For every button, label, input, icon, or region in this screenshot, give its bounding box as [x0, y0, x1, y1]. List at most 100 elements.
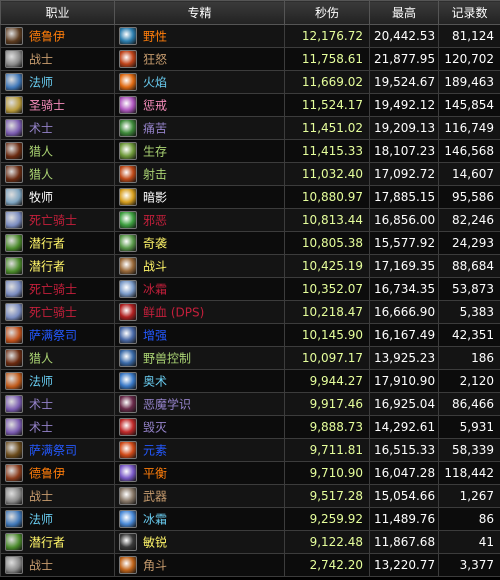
max-value: 16,047.28 — [369, 461, 439, 485]
table-row[interactable]: 术士 毁灭 9,888.73 14,292.61 5,931 — [0, 415, 500, 439]
max-value: 13,220.77 — [369, 553, 439, 577]
spec-icon — [119, 326, 137, 344]
max-value: 17,885.15 — [369, 185, 439, 209]
dps-value: 11,451.02 — [284, 116, 370, 140]
dps-value: 10,352.07 — [284, 277, 370, 301]
table-row[interactable]: 圣骑士 惩戒 11,524.17 19,492.12 145,854 — [0, 93, 500, 117]
dps-value: 2,742.20 — [284, 553, 370, 577]
table-row[interactable]: 萨满祭司 增强 10,145.90 16,167.49 42,351 — [0, 323, 500, 347]
header-max[interactable]: 最高 — [369, 0, 439, 25]
header-dps[interactable]: 秒伤 — [284, 0, 370, 25]
class-cell: 法师 — [0, 507, 115, 531]
class-icon — [5, 556, 23, 574]
spec-icon — [119, 165, 137, 183]
class-icon — [5, 257, 23, 275]
table-row[interactable]: 术士 恶魔学识 9,917.46 16,925.04 86,466 — [0, 392, 500, 416]
spec-name: 角斗 — [143, 558, 168, 573]
table-row[interactable]: 战士 角斗 2,742.20 13,220.77 3,377 — [0, 553, 500, 577]
table-row[interactable]: 战士 武器 9,517.28 15,054.66 1,267 — [0, 484, 500, 508]
spec-icon — [119, 280, 137, 298]
class-name: 牧师 — [29, 190, 54, 205]
spec-name: 增强 — [143, 328, 168, 343]
dps-value: 9,122.48 — [284, 530, 370, 554]
table-row[interactable]: 死亡骑士 邪恶 10,813.44 16,856.00 82,246 — [0, 208, 500, 232]
spec-cell: 冰霜 — [114, 507, 285, 531]
class-icon — [5, 142, 23, 160]
dps-value: 11,032.40 — [284, 162, 370, 186]
count-value: 86,466 — [438, 392, 500, 416]
spec-icon — [119, 96, 137, 114]
class-cell: 死亡骑士 — [0, 300, 115, 324]
spec-icon — [119, 27, 137, 45]
class-cell: 萨满祭司 — [0, 323, 115, 347]
spec-cell: 奥术 — [114, 369, 285, 393]
spec-cell: 战斗 — [114, 254, 285, 278]
spec-icon — [119, 50, 137, 68]
class-name: 猎人 — [29, 144, 54, 159]
dps-value: 10,880.97 — [284, 185, 370, 209]
spec-cell: 邪恶 — [114, 208, 285, 232]
header-class[interactable]: 职业 — [0, 0, 115, 25]
spec-cell: 角斗 — [114, 553, 285, 577]
count-value: 146,568 — [438, 139, 500, 163]
header-count[interactable]: 记录数 — [438, 0, 500, 25]
table-row[interactable]: 死亡骑士 冰霜 10,352.07 16,734.35 53,873 — [0, 277, 500, 301]
spec-name: 鲜血 (DPS) — [143, 305, 205, 320]
class-name: 战士 — [29, 558, 54, 573]
max-value: 16,856.00 — [369, 208, 439, 232]
spec-cell: 狂怒 — [114, 47, 285, 71]
count-value: 81,124 — [438, 24, 500, 48]
class-name: 潜行者 — [29, 259, 66, 274]
spec-icon — [119, 119, 137, 137]
class-name: 圣骑士 — [29, 98, 66, 113]
class-icon — [5, 303, 23, 321]
dps-value: 10,218.47 — [284, 300, 370, 324]
table-row[interactable]: 猎人 生存 11,415.33 18,107.23 146,568 — [0, 139, 500, 163]
max-value: 16,666.90 — [369, 300, 439, 324]
table-row[interactable]: 潜行者 敏锐 9,122.48 11,867.68 41 — [0, 530, 500, 554]
class-name: 法师 — [29, 512, 54, 527]
dps-value: 9,259.92 — [284, 507, 370, 531]
class-icon — [5, 372, 23, 390]
class-name: 死亡骑士 — [29, 305, 78, 320]
spec-name: 毁灭 — [143, 420, 168, 435]
table-row[interactable]: 法师 奥术 9,944.27 17,910.90 2,120 — [0, 369, 500, 393]
table-row[interactable]: 术士 痛苦 11,451.02 19,209.13 116,749 — [0, 116, 500, 140]
table-row[interactable]: 萨满祭司 元素 9,711.81 16,515.33 58,339 — [0, 438, 500, 462]
spec-cell: 野性 — [114, 24, 285, 48]
max-value: 15,054.66 — [369, 484, 439, 508]
class-name: 法师 — [29, 374, 54, 389]
table-row[interactable]: 法师 火焰 11,669.02 19,524.67 189,463 — [0, 70, 500, 94]
spec-cell: 增强 — [114, 323, 285, 347]
spec-name: 狂怒 — [143, 52, 168, 67]
spec-name: 野性 — [143, 29, 168, 44]
table-row[interactable]: 德鲁伊 平衡 9,710.90 16,047.28 118,442 — [0, 461, 500, 485]
table-row[interactable]: 战士 狂怒 11,758.61 21,877.95 120,702 — [0, 47, 500, 71]
max-value: 16,167.49 — [369, 323, 439, 347]
spec-name: 野兽控制 — [143, 351, 192, 366]
header-spec[interactable]: 专精 — [114, 0, 285, 25]
count-value: 86 — [438, 507, 500, 531]
spec-cell: 火焰 — [114, 70, 285, 94]
spec-cell: 平衡 — [114, 461, 285, 485]
table-row[interactable]: 潜行者 战斗 10,425.19 17,169.35 88,684 — [0, 254, 500, 278]
max-value: 17,910.90 — [369, 369, 439, 393]
table-header-row: 职业 专精 秒伤 最高 记录数 — [0, 0, 500, 25]
count-value: 1,267 — [438, 484, 500, 508]
table-row[interactable]: 法师 冰霜 9,259.92 11,489.76 86 — [0, 507, 500, 531]
count-value: 41 — [438, 530, 500, 554]
table-row[interactable]: 猎人 野兽控制 10,097.17 13,925.23 186 — [0, 346, 500, 370]
spec-name: 武器 — [143, 489, 168, 504]
table-row[interactable]: 死亡骑士 鲜血 (DPS) 10,218.47 16,666.90 5,383 — [0, 300, 500, 324]
spec-name: 火焰 — [143, 75, 168, 90]
table-row[interactable]: 猎人 射击 11,032.40 17,092.72 14,607 — [0, 162, 500, 186]
spec-icon — [119, 556, 137, 574]
table-row[interactable]: 牧师 暗影 10,880.97 17,885.15 95,586 — [0, 185, 500, 209]
class-icon — [5, 349, 23, 367]
dps-value: 10,813.44 — [284, 208, 370, 232]
spec-icon — [119, 188, 137, 206]
table-row[interactable]: 潜行者 奇袭 10,805.38 15,577.92 24,293 — [0, 231, 500, 255]
spec-icon — [119, 142, 137, 160]
table-row[interactable]: 德鲁伊 野性 12,176.72 20,442.53 81,124 — [0, 24, 500, 48]
class-cell: 潜行者 — [0, 254, 115, 278]
